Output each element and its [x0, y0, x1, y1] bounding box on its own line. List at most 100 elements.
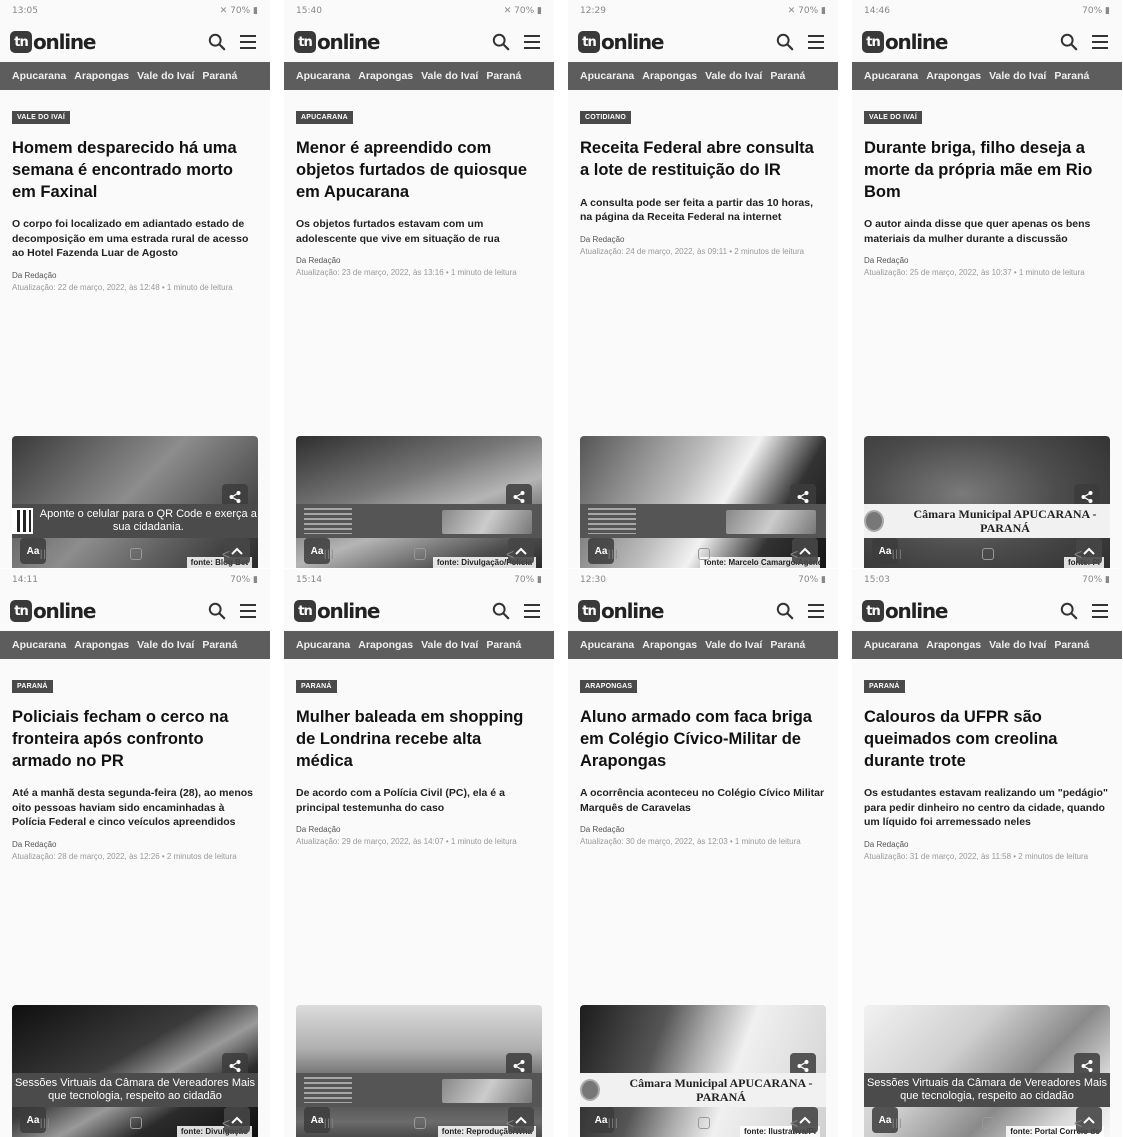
nav-item-apucarana[interactable]: Apucarana: [864, 70, 918, 82]
nav-item-apucarana[interactable]: Apucarana: [296, 70, 350, 82]
home-button[interactable]: [982, 548, 995, 560]
nav-item-paran-[interactable]: Paraná: [1054, 70, 1089, 82]
ad-banner[interactable]: Sessões Virtuais da Câmara de Vereadores…: [12, 1073, 258, 1107]
hamburger-menu-icon[interactable]: [808, 35, 824, 49]
nav-item-vale-do-iva-[interactable]: Vale do Ivaí: [705, 70, 762, 82]
back-button[interactable]: <: [790, 546, 798, 562]
site-logo[interactable]: tn online: [10, 30, 97, 54]
home-button[interactable]: [414, 548, 427, 560]
nav-item-arapongas[interactable]: Arapongas: [74, 70, 129, 82]
home-button[interactable]: [414, 1117, 427, 1129]
nav-item-paran-[interactable]: Paraná: [486, 639, 521, 651]
nav-item-vale-do-iva-[interactable]: Vale do Ivaí: [421, 70, 478, 82]
article-author[interactable]: Da Redação: [580, 825, 826, 834]
ad-banner[interactable]: Aponte o celular para o QR Code e exerça…: [12, 504, 258, 538]
search-icon[interactable]: [492, 33, 510, 51]
nav-item-vale-do-iva-[interactable]: Vale do Ivaí: [421, 639, 478, 651]
recents-button[interactable]: |||: [324, 1118, 335, 1129]
category-badge[interactable]: VALE DO IVAÍ: [864, 111, 923, 124]
article-author[interactable]: Da Redação: [580, 235, 826, 244]
nav-item-apucarana[interactable]: Apucarana: [12, 70, 66, 82]
hamburger-menu-icon[interactable]: [524, 35, 540, 49]
home-button[interactable]: [698, 1117, 711, 1129]
recents-button[interactable]: |||: [324, 549, 335, 560]
nav-item-apucarana[interactable]: Apucarana: [580, 639, 634, 651]
article-author[interactable]: Da Redação: [296, 825, 542, 834]
nav-item-vale-do-iva-[interactable]: Vale do Ivaí: [137, 639, 194, 651]
nav-item-vale-do-iva-[interactable]: Vale do Ivaí: [705, 639, 762, 651]
search-icon[interactable]: [776, 602, 794, 620]
hamburger-menu-icon[interactable]: [1092, 604, 1108, 618]
site-logo[interactable]: tn online: [294, 599, 381, 623]
ad-banner[interactable]: [296, 1073, 542, 1107]
article-author[interactable]: Da Redação: [12, 840, 258, 849]
home-button[interactable]: [982, 1117, 995, 1129]
article-author[interactable]: Da Redação: [12, 271, 258, 280]
article-author[interactable]: Da Redação: [296, 256, 542, 265]
nav-item-arapongas[interactable]: Arapongas: [358, 639, 413, 651]
hamburger-menu-icon[interactable]: [1092, 35, 1108, 49]
search-icon[interactable]: [1060, 602, 1078, 620]
search-icon[interactable]: [776, 33, 794, 51]
back-button[interactable]: <: [1074, 546, 1082, 562]
back-button[interactable]: <: [222, 1115, 230, 1131]
category-badge[interactable]: VALE DO IVAÍ: [12, 111, 71, 124]
home-button[interactable]: [130, 1117, 143, 1129]
nav-item-apucarana[interactable]: Apucarana: [864, 639, 918, 651]
search-icon[interactable]: [492, 602, 510, 620]
home-button[interactable]: [698, 548, 711, 560]
article-author[interactable]: Da Redação: [864, 840, 1110, 849]
hamburger-menu-icon[interactable]: [808, 604, 824, 618]
ad-banner[interactable]: [296, 504, 542, 538]
recents-button[interactable]: |||: [608, 549, 619, 560]
nav-item-arapongas[interactable]: Arapongas: [642, 639, 697, 651]
category-badge[interactable]: PARANÁ: [296, 680, 337, 693]
hamburger-menu-icon[interactable]: [240, 35, 256, 49]
ad-banner[interactable]: Câmara Municipal APUCARANA - PARANÁ: [580, 1073, 826, 1107]
recents-button[interactable]: |||: [608, 1118, 619, 1129]
back-button[interactable]: <: [1074, 1115, 1082, 1131]
nav-item-paran-[interactable]: Paraná: [770, 639, 805, 651]
nav-item-paran-[interactable]: Paraná: [770, 70, 805, 82]
back-button[interactable]: <: [790, 1115, 798, 1131]
nav-item-apucarana[interactable]: Apucarana: [12, 639, 66, 651]
nav-item-arapongas[interactable]: Arapongas: [926, 70, 981, 82]
nav-item-arapongas[interactable]: Arapongas: [74, 639, 129, 651]
hamburger-menu-icon[interactable]: [524, 604, 540, 618]
site-logo[interactable]: tn online: [578, 30, 665, 54]
site-logo[interactable]: tn online: [578, 599, 665, 623]
recents-button[interactable]: |||: [40, 549, 51, 560]
category-badge[interactable]: COTIDIANO: [580, 111, 632, 124]
recents-button[interactable]: |||: [892, 1118, 903, 1129]
site-logo[interactable]: tn online: [294, 30, 381, 54]
category-badge[interactable]: ARAPONGAS: [580, 680, 638, 693]
category-badge[interactable]: PARANÁ: [12, 680, 53, 693]
site-logo[interactable]: tn online: [862, 30, 949, 54]
ad-banner[interactable]: Câmara Municipal APUCARANA - PARANÁ: [864, 504, 1110, 538]
nav-item-paran-[interactable]: Paraná: [1054, 639, 1089, 651]
nav-item-paran-[interactable]: Paraná: [202, 639, 237, 651]
nav-item-vale-do-iva-[interactable]: Vale do Ivaí: [989, 639, 1046, 651]
search-icon[interactable]: [208, 33, 226, 51]
home-button[interactable]: [130, 548, 143, 560]
category-badge[interactable]: APUCARANA: [296, 111, 353, 124]
site-logo[interactable]: tn online: [10, 599, 97, 623]
back-button[interactable]: <: [222, 546, 230, 562]
nav-item-vale-do-iva-[interactable]: Vale do Ivaí: [137, 70, 194, 82]
search-icon[interactable]: [1060, 33, 1078, 51]
nav-item-arapongas[interactable]: Arapongas: [358, 70, 413, 82]
nav-item-apucarana[interactable]: Apucarana: [580, 70, 634, 82]
back-button[interactable]: <: [506, 546, 514, 562]
recents-button[interactable]: |||: [892, 549, 903, 560]
nav-item-paran-[interactable]: Paraná: [202, 70, 237, 82]
back-button[interactable]: <: [506, 1115, 514, 1131]
article-author[interactable]: Da Redação: [864, 256, 1110, 265]
nav-item-vale-do-iva-[interactable]: Vale do Ivaí: [989, 70, 1046, 82]
category-badge[interactable]: PARANÁ: [864, 680, 905, 693]
recents-button[interactable]: |||: [40, 1118, 51, 1129]
ad-banner[interactable]: Sessões Virtuais da Câmara de Vereadores…: [864, 1073, 1110, 1107]
site-logo[interactable]: tn online: [862, 599, 949, 623]
nav-item-paran-[interactable]: Paraná: [486, 70, 521, 82]
nav-item-apucarana[interactable]: Apucarana: [296, 639, 350, 651]
nav-item-arapongas[interactable]: Arapongas: [926, 639, 981, 651]
